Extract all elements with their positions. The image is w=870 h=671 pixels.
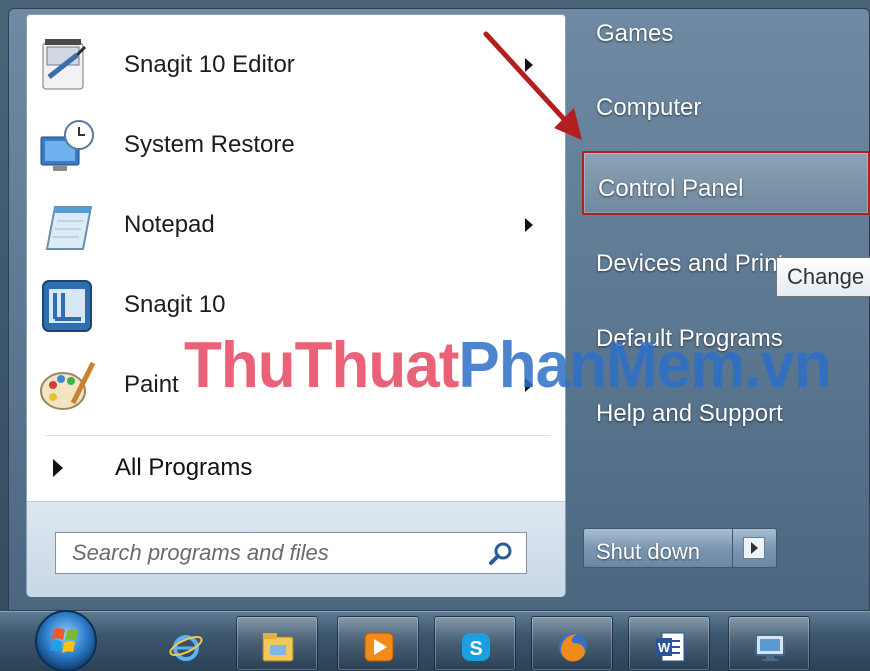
right-item-label: Games	[596, 20, 674, 47]
search-icon[interactable]	[488, 541, 514, 567]
submenu-arrow-icon[interactable]	[525, 218, 533, 232]
shutdown-button[interactable]: Shut down	[583, 528, 733, 568]
right-item-computer[interactable]: Computer	[582, 82, 868, 138]
right-item-label: Help and Support	[596, 400, 783, 427]
program-label: Paint	[124, 371, 179, 398]
paint-icon	[40, 361, 96, 410]
media-player-icon	[364, 632, 394, 662]
right-item-devices-and-printers[interactable]: Devices and Printers	[582, 240, 792, 296]
arrow-right-icon	[743, 537, 765, 559]
watermark-part-b: PhanMem.vn	[458, 329, 831, 402]
submenu-arrow-icon[interactable]	[525, 58, 533, 72]
right-item-control-panel[interactable]: Control Panel	[582, 151, 870, 215]
notepad-icon	[45, 206, 93, 250]
program-label: Snagit 10 Editor	[124, 51, 295, 78]
taskbar-remote-desktop[interactable]	[728, 616, 810, 671]
word-icon: W	[656, 632, 685, 662]
program-label: System Restore	[124, 131, 295, 158]
search-area	[27, 501, 565, 597]
skype-icon: S	[462, 633, 490, 661]
desktop: Snagit 10 Editor System Restore Notepad …	[0, 0, 870, 671]
svg-text:S: S	[469, 638, 482, 660]
start-menu-right-pane: Games Computer Control Panel Devices and…	[570, 0, 870, 600]
program-label: Snagit 10	[124, 291, 226, 318]
program-item-notepad[interactable]: Notepad	[31, 187, 561, 263]
start-menu-left-pane: Snagit 10 Editor System Restore Notepad …	[26, 14, 566, 597]
shutdown-group: Shut down	[583, 528, 777, 568]
taskbar-firefox[interactable]	[531, 616, 613, 671]
program-item-system-restore[interactable]: System Restore	[31, 107, 561, 183]
watermark-part-a: ThuThuat	[184, 329, 459, 402]
tooltip: Change	[776, 257, 870, 297]
taskbar-internet-explorer[interactable]	[145, 616, 225, 671]
start-orb-icon[interactable]	[26, 605, 106, 671]
program-item-snagit-editor[interactable]: Snagit 10 Editor	[31, 27, 561, 103]
taskbar-word[interactable]: W	[628, 616, 710, 671]
program-label: Notepad	[124, 211, 215, 238]
watermark: ThuThuatPhanMem.vn	[184, 328, 832, 403]
search-input[interactable]	[56, 533, 476, 573]
right-item-label: Control Panel	[598, 175, 744, 202]
right-item-label: Devices and Printers	[596, 250, 792, 277]
taskbar-skype[interactable]: S	[434, 616, 516, 671]
svg-text:W: W	[658, 640, 671, 655]
folder-icon	[262, 633, 294, 662]
taskbar-windows-explorer[interactable]	[236, 616, 318, 671]
snagit-icon	[42, 280, 92, 332]
system-restore-icon	[40, 120, 94, 171]
taskbar-media-player[interactable]	[337, 616, 419, 671]
right-item-games[interactable]: Games	[582, 8, 868, 64]
menu-separator	[45, 435, 550, 436]
right-item-label: Computer	[596, 94, 702, 121]
firefox-icon	[559, 633, 587, 662]
expand-arrow-icon	[53, 459, 63, 477]
all-programs-button[interactable]: All Programs	[39, 447, 539, 491]
internet-explorer-icon	[169, 635, 203, 661]
all-programs-label: All Programs	[115, 454, 253, 481]
snagit-editor-icon	[42, 39, 87, 90]
search-box[interactable]	[55, 532, 527, 574]
remote-desktop-icon	[755, 634, 785, 661]
shutdown-options-button[interactable]	[733, 528, 777, 568]
